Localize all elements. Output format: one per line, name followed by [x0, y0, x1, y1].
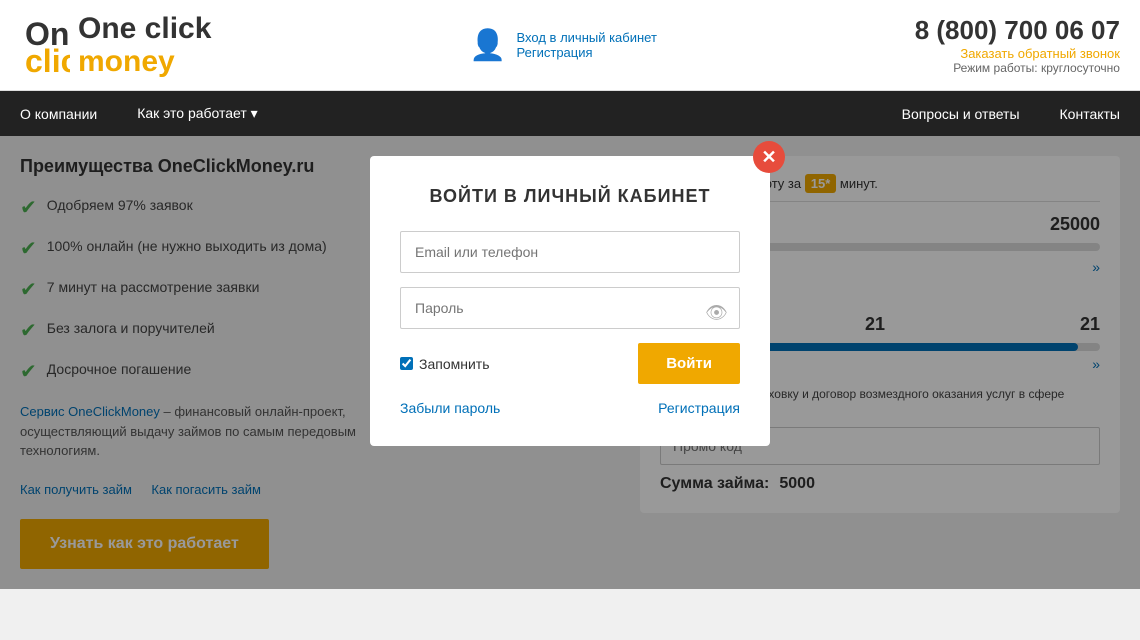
header-contact: 8 (800) 700 06 07 Заказать обратный звон…	[915, 15, 1120, 75]
header-auth: 👤 Вход в личный кабинет Регистрация	[469, 28, 657, 63]
modal-register-link[interactable]: Регистрация	[658, 400, 740, 416]
register-link[interactable]: Регистрация	[517, 45, 657, 60]
header: One click One click money 👤 Вход в личны…	[0, 0, 1140, 91]
svg-text:click: click	[25, 43, 70, 79]
modal-actions: Запомнить Войти	[400, 343, 740, 384]
login-modal: ✕ ВОЙТИ В ЛИЧНЫЙ КАБИНЕТ 👁 Запомнить Вой…	[370, 156, 770, 446]
remember-label: Запомнить	[419, 356, 490, 372]
logo-line2: money	[78, 45, 211, 78]
remember-row: Запомнить	[400, 356, 490, 372]
forgot-password-link[interactable]: Забыли пароль	[400, 400, 500, 416]
password-field[interactable]	[400, 287, 740, 329]
user-icon: 👤	[469, 28, 506, 63]
working-hours: Режим работы: круглосуточно	[915, 61, 1120, 75]
nav-item-how[interactable]: Как это работает ▾	[117, 91, 277, 136]
eye-icon[interactable]: 👁	[705, 302, 728, 323]
main-content: Преимущества OneClickMoney.ru ✔ Одобряем…	[0, 136, 1140, 589]
logo: One click One click money	[20, 10, 211, 80]
login-button[interactable]: Войти	[638, 343, 740, 384]
modal-overlay[interactable]: ✕ ВОЙТИ В ЛИЧНЫЙ КАБИНЕТ 👁 Запомнить Вой…	[0, 136, 1140, 589]
phone-number: 8 (800) 700 06 07	[915, 15, 1120, 46]
nav-item-faq[interactable]: Вопросы и ответы	[882, 92, 1040, 136]
login-link[interactable]: Вход в личный кабинет	[517, 30, 657, 45]
logo-line1: One click	[78, 12, 211, 45]
nav-item-contacts[interactable]: Контакты	[1040, 92, 1140, 136]
logo-icon: One click	[20, 10, 70, 80]
modal-close-button[interactable]: ✕	[753, 141, 785, 173]
nav-item-about[interactable]: О компании	[0, 92, 117, 136]
auth-links: Вход в личный кабинет Регистрация	[517, 30, 657, 60]
callback-link[interactable]: Заказать обратный звонок	[915, 46, 1120, 61]
password-row: 👁	[400, 287, 740, 343]
navigation: О компании Как это работает ▾ Вопросы и …	[0, 91, 1140, 136]
modal-title: ВОЙТИ В ЛИЧНЫЙ КАБИНЕТ	[400, 186, 740, 207]
email-field[interactable]	[400, 231, 740, 273]
remember-checkbox[interactable]	[400, 357, 413, 370]
modal-links: Забыли пароль Регистрация	[400, 400, 740, 416]
